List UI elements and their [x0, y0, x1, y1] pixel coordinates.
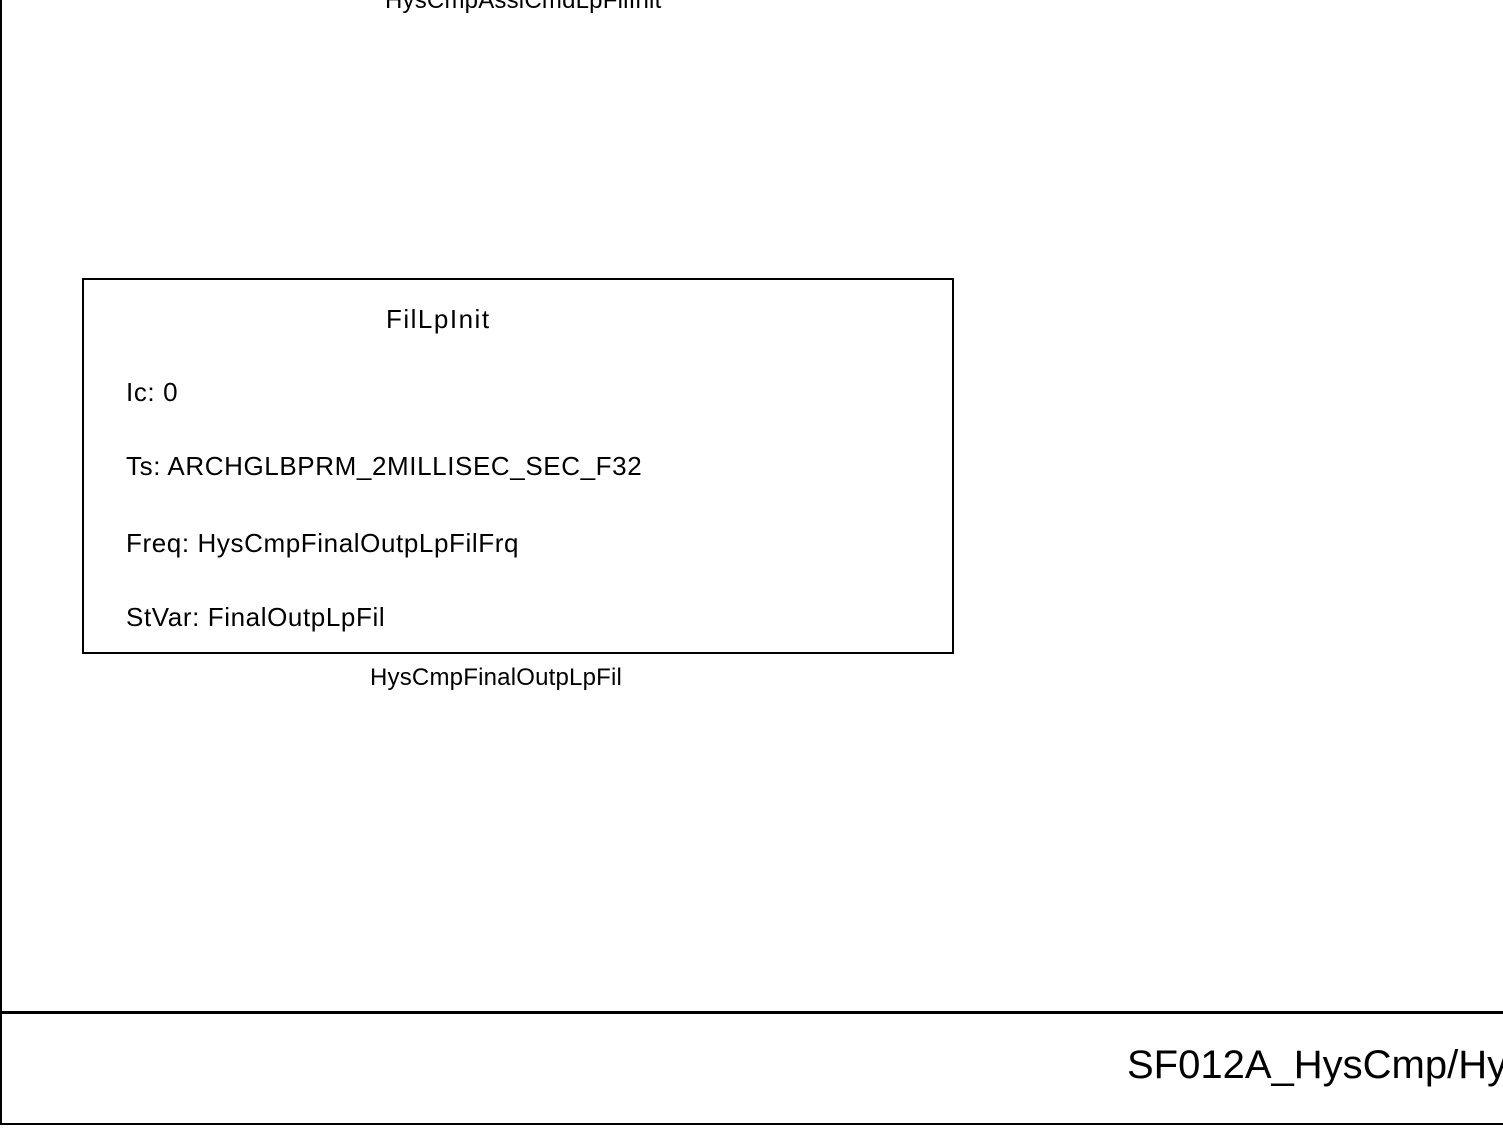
block-caption: HysCmpFinalOutpLpFil	[370, 664, 623, 691]
upper-block-caption: HysCmpAssiCmdLpFilInit	[385, 0, 662, 14]
param-stvar: StVar: FinalOutpLpFil	[126, 602, 386, 632]
param-freq: Freq: HysCmpFinalOutpLpFilFrq	[126, 528, 520, 558]
footer-model-path: SF012A_HysCmp/Hy	[1127, 1043, 1503, 1087]
block-title: FilLpInit	[386, 304, 491, 334]
footer-divider	[0, 1011, 1503, 1014]
param-ic: Ic: 0	[126, 377, 179, 407]
fil-lp-init-block[interactable]: FilLpInit Ic: 0 Ts: ARCHGLBPRM_2MILLISEC…	[82, 278, 954, 654]
param-ts: Ts: ARCHGLBPRM_2MILLISEC_SEC_F32	[126, 451, 643, 481]
